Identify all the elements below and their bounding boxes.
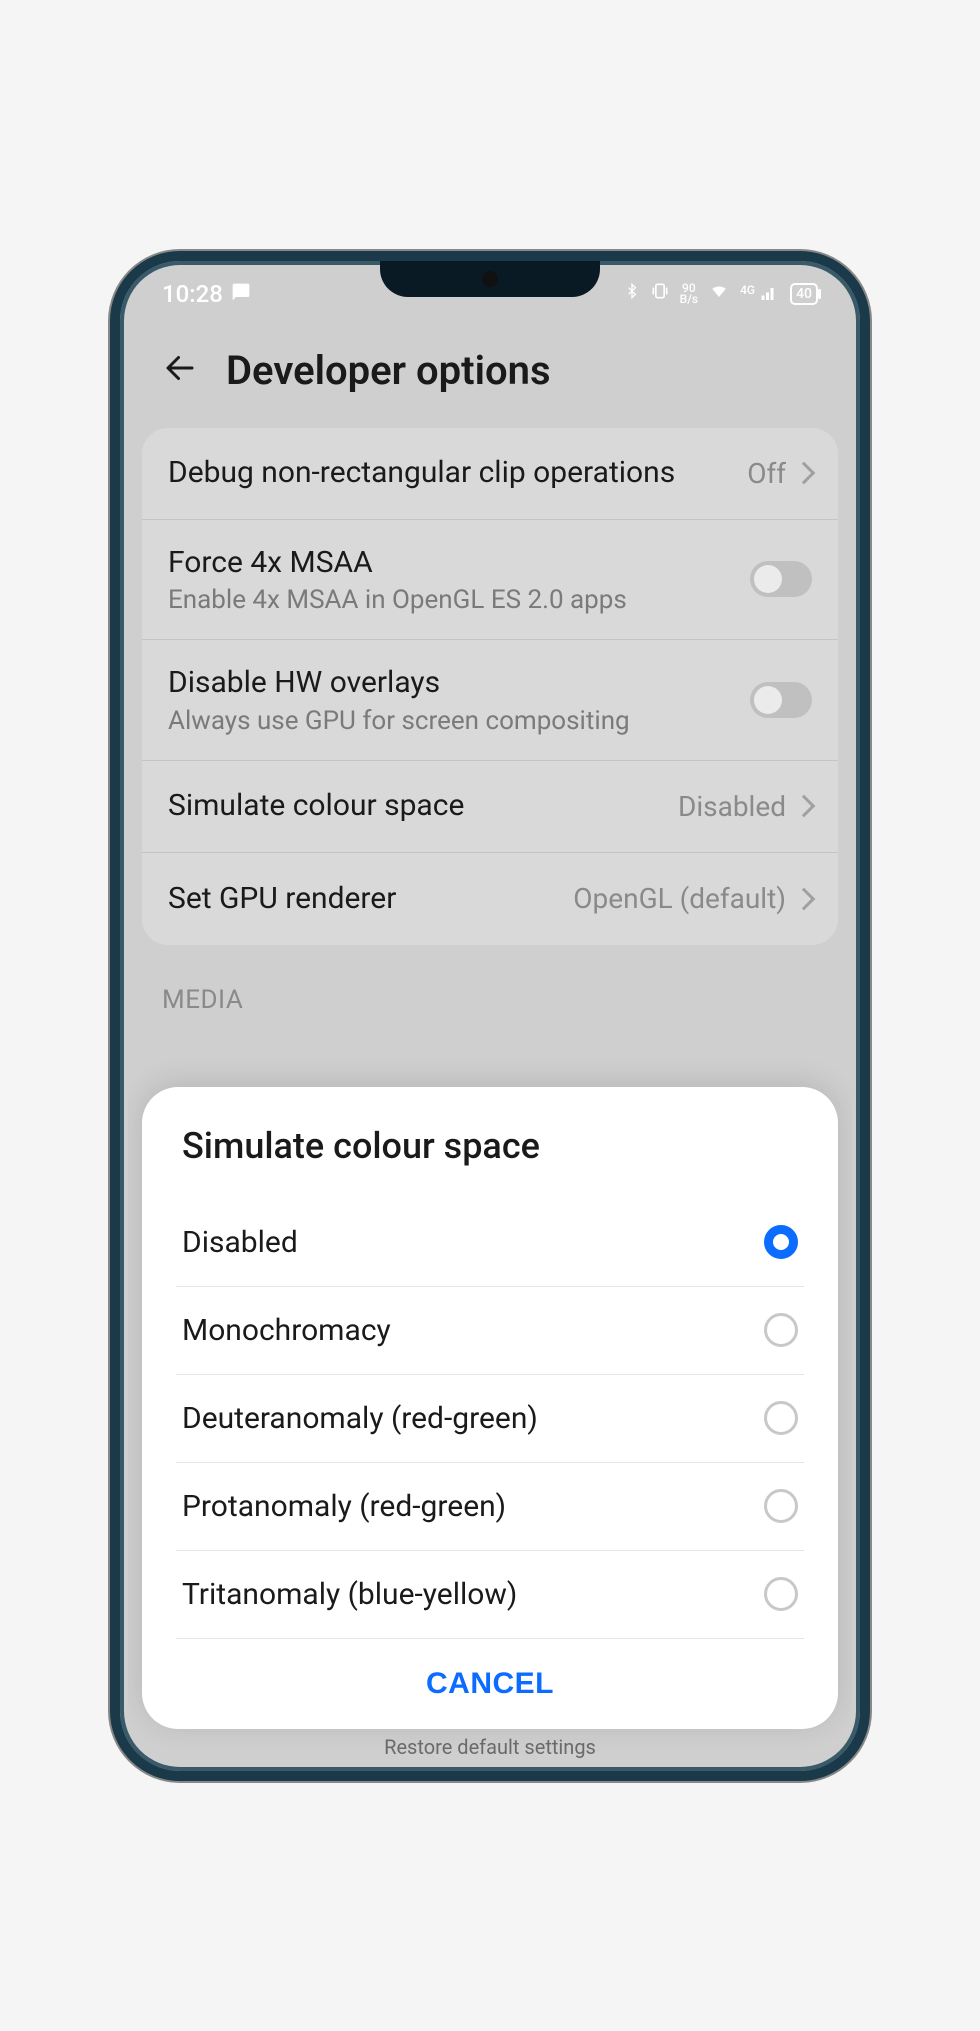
option-label: Tritanomaly (blue-yellow) [182, 1577, 517, 1612]
radio-icon [764, 1313, 798, 1347]
cancel-button[interactable]: CANCEL [426, 1667, 554, 1701]
setting-disable-hw-overlays[interactable]: Disable HW overlays Always use GPU for s… [142, 640, 838, 761]
option-deuteranomaly[interactable]: Deuteranomaly (red-green) [176, 1375, 804, 1463]
notification-icon [231, 280, 251, 308]
radio-selected-icon [764, 1225, 798, 1259]
setting-debug-clip[interactable]: Debug non-rectangular clip operations Of… [142, 428, 838, 520]
wifi-icon [708, 282, 730, 305]
status-bar: 10:28 90 B/s [128, 269, 852, 319]
setting-label: Disable HW overlays [168, 664, 730, 702]
dialog-title: Simulate colour space [176, 1125, 804, 1167]
option-disabled[interactable]: Disabled [176, 1199, 804, 1287]
vibrate-icon [650, 281, 670, 306]
back-icon[interactable] [162, 350, 198, 390]
setting-simulate-colour-space[interactable]: Simulate colour space Disabled [142, 761, 838, 853]
restore-default-settings[interactable]: Restore default settings [128, 1735, 852, 1759]
chevron-right-icon [793, 795, 816, 818]
phone-frame: 10:28 90 B/s [110, 251, 870, 1781]
mobile-network: 4G [740, 285, 780, 303]
setting-label: Simulate colour space [168, 787, 658, 825]
radio-icon [764, 1577, 798, 1611]
status-time: 10:28 [162, 280, 223, 308]
setting-value: Off [747, 457, 786, 490]
volume-up-button[interactable] [866, 581, 870, 721]
setting-label: Force 4x MSAA [168, 544, 730, 582]
option-label: Disabled [182, 1225, 298, 1260]
option-protanomaly[interactable]: Protanomaly (red-green) [176, 1463, 804, 1551]
battery-indicator: 40 [790, 283, 818, 305]
setting-subtitle: Enable 4x MSAA in OpenGL ES 2.0 apps [168, 585, 730, 615]
setting-gpu-renderer[interactable]: Set GPU renderer OpenGL (default) [142, 853, 838, 945]
chevron-right-icon [793, 887, 816, 910]
network-speed: 90 B/s [680, 283, 698, 305]
settings-card: Debug non-rectangular clip operations Of… [142, 428, 838, 945]
option-label: Protanomaly (red-green) [182, 1489, 506, 1524]
radio-icon [764, 1489, 798, 1523]
option-label: Monochromacy [182, 1313, 391, 1348]
setting-force-msaa[interactable]: Force 4x MSAA Enable 4x MSAA in OpenGL E… [142, 520, 838, 641]
toggle-switch[interactable] [750, 682, 812, 718]
page-title: Developer options [226, 347, 551, 394]
chevron-right-icon [793, 462, 816, 485]
radio-icon [764, 1401, 798, 1435]
setting-label: Debug non-rectangular clip operations [168, 454, 727, 492]
page-header: Developer options [128, 319, 852, 428]
option-tritanomaly[interactable]: Tritanomaly (blue-yellow) [176, 1551, 804, 1639]
screen: 10:28 90 B/s [128, 269, 852, 1763]
setting-value: Disabled [678, 790, 786, 823]
setting-label: Set GPU renderer [168, 880, 553, 918]
setting-value: OpenGL (default) [573, 882, 786, 915]
section-header-media: MEDIA [128, 945, 852, 1033]
option-monochromacy[interactable]: Monochromacy [176, 1287, 804, 1375]
volume-down-button[interactable] [866, 751, 870, 891]
setting-subtitle: Always use GPU for screen compositing [168, 706, 730, 736]
option-label: Deuteranomaly (red-green) [182, 1401, 538, 1436]
bluetooth-icon [624, 280, 640, 307]
power-button[interactable] [866, 921, 870, 1021]
toggle-switch[interactable] [750, 561, 812, 597]
dialog-simulate-colour-space: Simulate colour space Disabled Monochrom… [142, 1087, 838, 1729]
